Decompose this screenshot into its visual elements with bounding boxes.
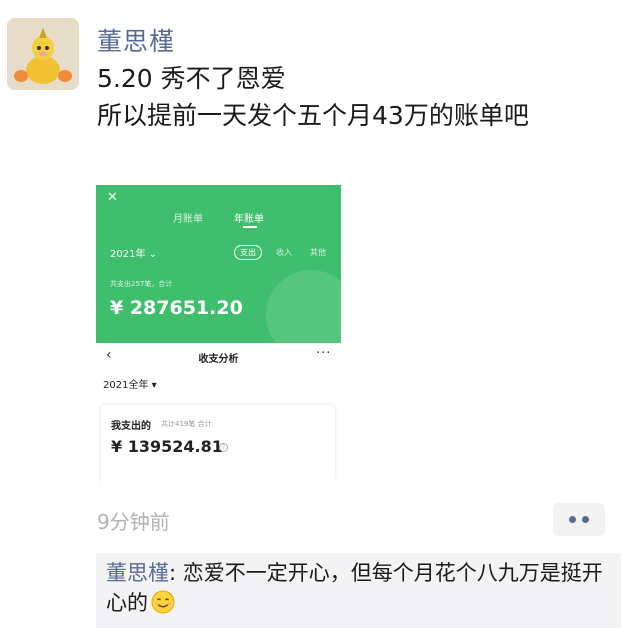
image-fade	[96, 475, 341, 485]
annual-bill-header: ✕ 月账单 年账单 2021年 ⌄ 支出 收入 其他 共支出257笔，合计 ¥ …	[96, 185, 341, 360]
help-icon: ?	[219, 443, 228, 452]
year-selector: 2021年 ⌄	[110, 249, 158, 260]
analysis-title: 收支分析	[198, 354, 239, 365]
comment-item[interactable]: 董思槿: 恋爱不一定开心，但每个月花个八九万是挺开心的	[106, 558, 616, 618]
post-text-line: 所以提前一天发个五个月43万的账单吧	[97, 101, 529, 130]
tab-monthly-bill: 月账单	[173, 214, 203, 225]
post-timestamp: 9分钟前	[97, 510, 170, 534]
post-text-line: 5.20 秀不了恩爱	[97, 64, 286, 93]
post-text: 5.20 秀不了恩爱 所以提前一天发个五个月43万的账单吧	[97, 60, 617, 134]
expense-card: 我支出的 共计419笔 合计 ¥ 139524.81 ?	[101, 405, 335, 485]
avatar[interactable]	[7, 18, 79, 90]
total-expense-amount: ¥ 287651.20	[110, 297, 243, 319]
close-icon: ✕	[107, 190, 118, 205]
attached-image[interactable]: ✕ 月账单 年账单 2021年 ⌄ 支出 收入 其他 共支出257笔，合计 ¥ …	[96, 185, 341, 485]
active-tab-indicator	[243, 226, 257, 228]
more-actions-button[interactable]	[553, 503, 605, 536]
ellipsis-dot-icon	[569, 516, 576, 523]
comment-section: 董思槿: 恋爱不一定开心，但每个月花个八九万是挺开心的	[96, 553, 621, 628]
comment-text: : 恋爱不一定开心，但每个月花个八九万是挺开心的	[106, 561, 603, 615]
ellipsis-dot-icon	[582, 516, 589, 523]
filter-expense: 支出	[234, 245, 262, 260]
filter-other: 其他	[310, 248, 326, 257]
card-count: 共计419笔 合计	[161, 420, 212, 428]
post-username[interactable]: 董思槿	[97, 22, 175, 58]
tab-annual-bill: 年账单	[234, 214, 264, 225]
card-amount: ¥ 139524.81	[111, 437, 223, 456]
smile-emoji-icon	[151, 590, 175, 614]
card-title: 我支出的	[111, 421, 151, 432]
comment-author[interactable]: 董思槿	[106, 561, 169, 585]
filter-income: 收入	[276, 248, 292, 257]
full-year-selector: 2021全年 ▾	[103, 380, 157, 391]
banana-dog-avatar-icon	[7, 18, 79, 90]
ellipsis-icon: ···	[316, 346, 332, 361]
expense-count: 共支出257笔，合计	[110, 280, 173, 288]
